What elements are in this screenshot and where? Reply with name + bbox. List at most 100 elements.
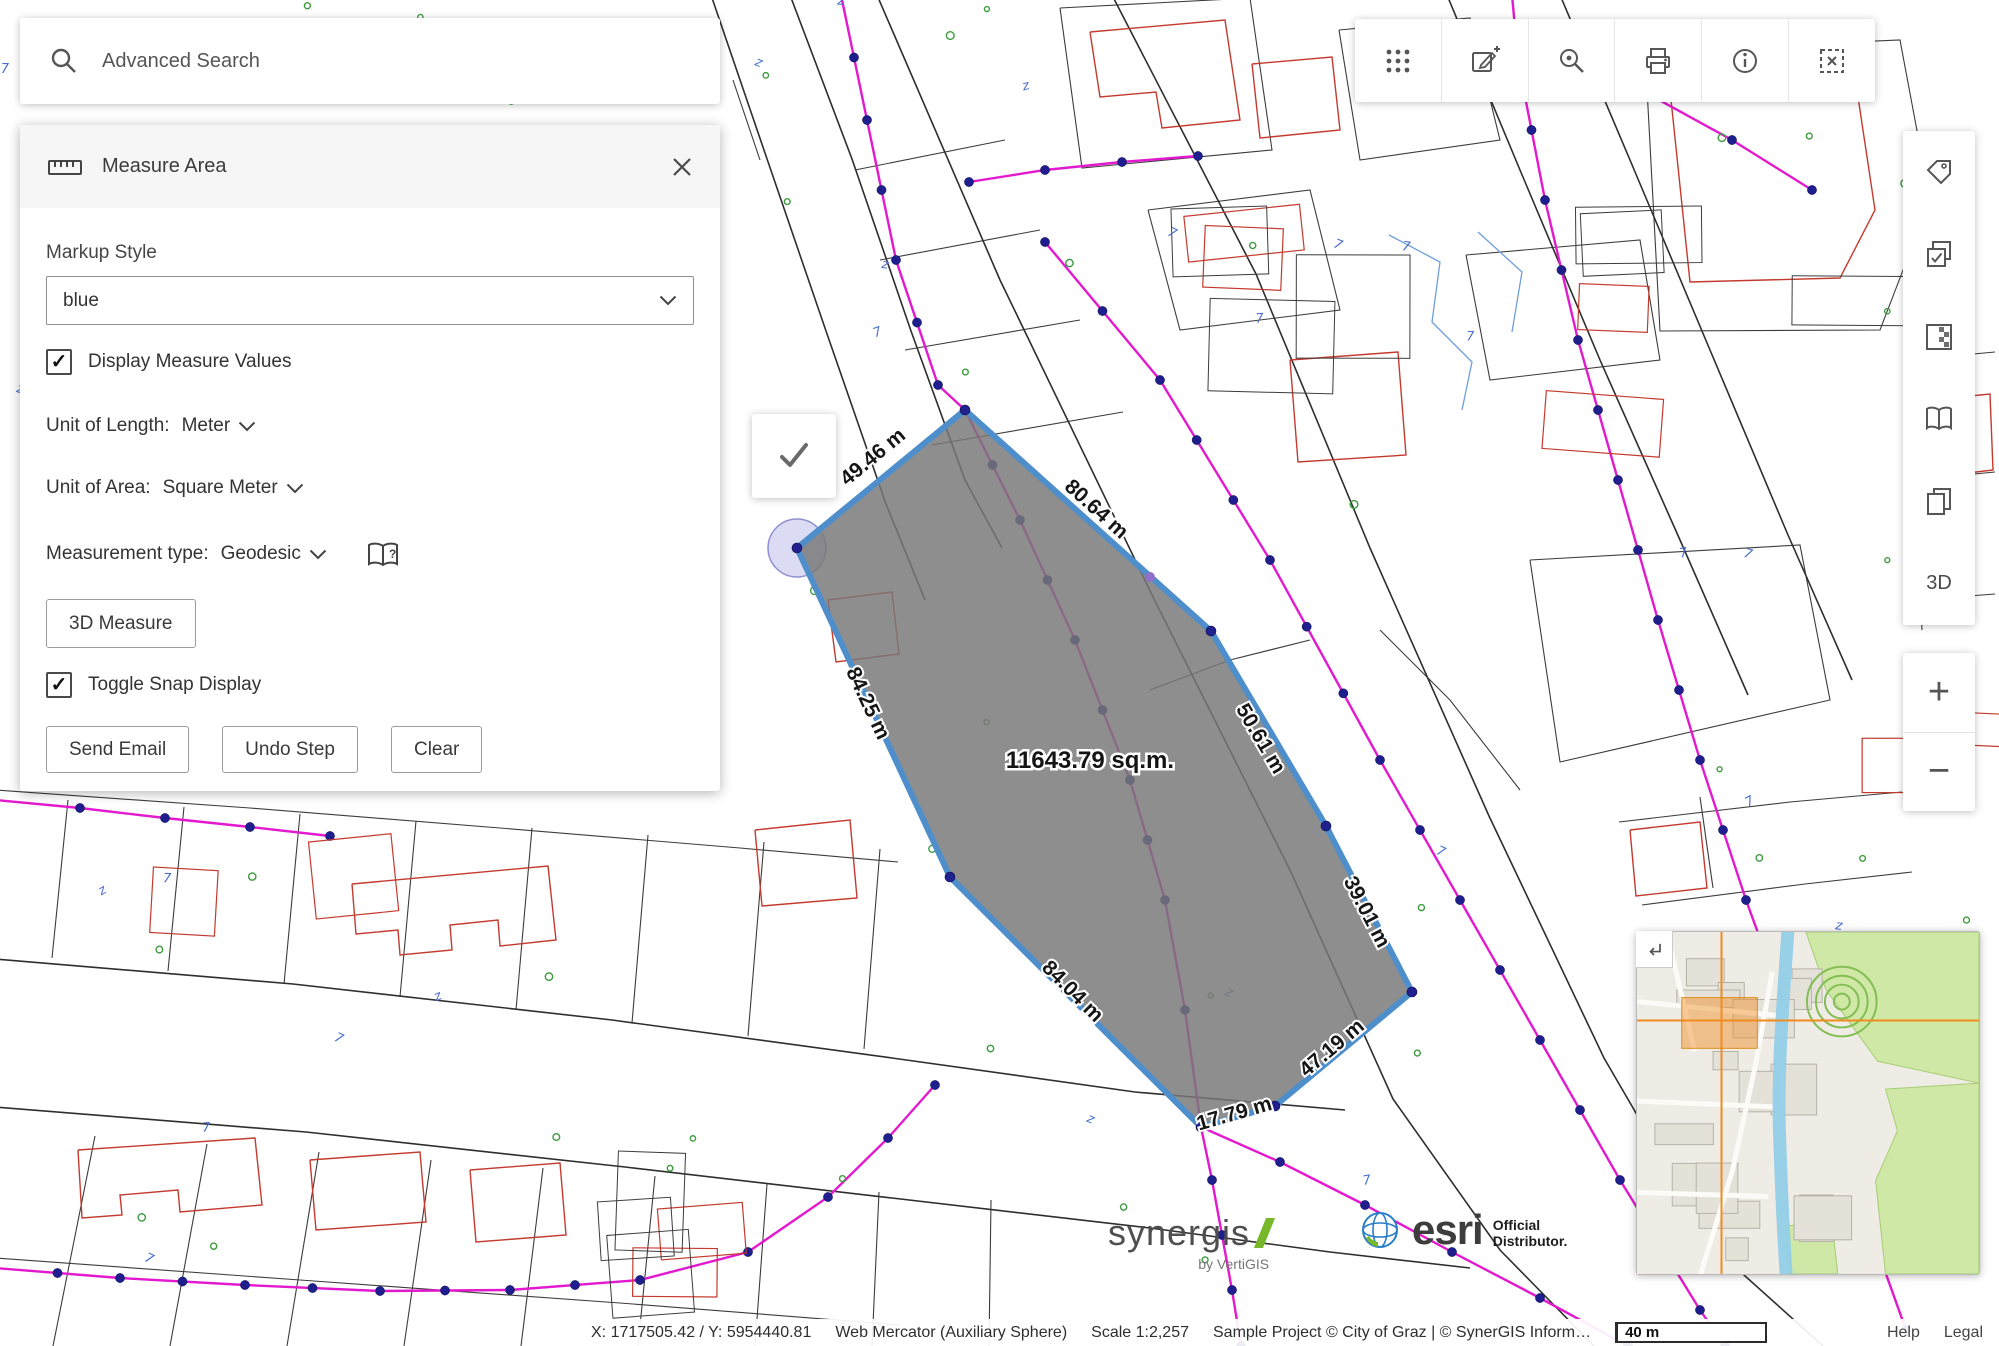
ruler-icon xyxy=(46,152,84,182)
chevron-down-icon xyxy=(238,421,256,432)
corner-arrow-icon xyxy=(1642,937,1666,961)
svg-text:7: 7 xyxy=(332,1030,346,1047)
send-email-button[interactable]: Send Email xyxy=(46,726,189,773)
vertex-dot xyxy=(1407,987,1417,997)
measurement-type-select[interactable]: Geodesic xyxy=(221,543,327,565)
apps-grid-button[interactable] xyxy=(1355,19,1441,102)
chevron-down-icon xyxy=(659,295,677,306)
scale-label: Scale 1:2,257 xyxy=(1091,1324,1189,1342)
svg-text:7: 7 xyxy=(1466,329,1476,344)
transparency-button xyxy=(1903,296,1975,378)
chevron-down-icon xyxy=(286,483,304,494)
print-button[interactable] xyxy=(1614,19,1701,102)
transparency-icon xyxy=(1923,321,1955,353)
toggle-snap-checkbox[interactable]: ✓ xyxy=(46,672,72,698)
esri-globe-icon xyxy=(1358,1208,1402,1252)
tag-labels-button[interactable] xyxy=(1903,131,1975,213)
measure-area-panel: Measure Area Markup Style blue ✓ Display… xyxy=(20,125,720,791)
zoom-in-button[interactable]: + xyxy=(1903,653,1975,732)
help-link[interactable]: Help xyxy=(1887,1324,1920,1342)
unit-of-length-label: Unit of Length: xyxy=(46,415,170,437)
top-toolbar xyxy=(1355,19,1875,102)
display-measure-values-checkbox[interactable]: ✓ xyxy=(46,349,72,375)
edit-markup-button[interactable] xyxy=(1441,19,1528,102)
clear-button[interactable]: Clear xyxy=(391,726,482,773)
info-button[interactable] xyxy=(1701,19,1788,102)
svg-text:7: 7 xyxy=(871,324,885,341)
vertex-dot xyxy=(1321,821,1331,831)
measurement-type-value: Geodesic xyxy=(221,543,301,565)
synergis-byline: by VertiGIS xyxy=(1108,1256,1269,1272)
synergis-logo: synergis by VertiGIS xyxy=(1108,1212,1269,1272)
apps-grid-icon xyxy=(1382,45,1414,77)
chevron-down-icon xyxy=(309,549,327,560)
mid-vertex-dot xyxy=(1145,572,1155,582)
checkbox-check-icon: ✓ xyxy=(51,675,68,695)
markup-style-value: blue xyxy=(63,290,99,312)
copy-pages-button[interactable] xyxy=(1903,460,1975,542)
svg-text:7: 7 xyxy=(163,871,173,886)
svg-text:7: 7 xyxy=(1332,237,1346,254)
edit-markup-icon xyxy=(1469,45,1501,77)
synergis-wordmark: synergis xyxy=(1108,1212,1250,1254)
svg-text:z: z xyxy=(1084,1111,1098,1128)
vertex-dot xyxy=(960,405,970,415)
markup-style-select[interactable]: blue xyxy=(46,276,694,325)
overview-map[interactable] xyxy=(1636,931,1980,1275)
unit-of-area-select[interactable]: Square Meter xyxy=(163,477,304,499)
checkbox-check-icon: ✓ xyxy=(51,352,68,372)
svg-text:7: 7 xyxy=(1678,545,1690,562)
svg-text:z: z xyxy=(752,54,766,71)
unit-of-length-select[interactable]: Meter xyxy=(182,415,257,437)
zoom-search-button[interactable] xyxy=(1528,19,1615,102)
undo-step-button[interactable]: Undo Step xyxy=(222,726,358,773)
close-icon xyxy=(670,155,694,179)
overview-toggle-button[interactable] xyxy=(1636,931,1673,968)
svg-text:7: 7 xyxy=(1362,1173,1373,1189)
search-icon xyxy=(48,45,80,77)
measure-panel-header: Measure Area xyxy=(20,125,720,208)
zoom-controls: + − xyxy=(1903,653,1975,811)
vertex-dot xyxy=(792,543,802,553)
view-3d-button[interactable]: 3D xyxy=(1903,543,1975,625)
tag-icon xyxy=(1923,156,1955,188)
check-icon xyxy=(768,430,820,482)
attribution-text: Sample Project © City of Graz | © SynerG… xyxy=(1213,1324,1591,1342)
help-book-icon[interactable]: ? xyxy=(365,539,401,569)
unit-of-area-label: Unit of Area: xyxy=(46,477,151,499)
select-region-button[interactable] xyxy=(1788,19,1875,102)
esri-logo: esri Official Distributor. xyxy=(1358,1206,1567,1254)
app-window: 7z7z7z7z77z7777z77z7z7zz7z77z77z77z7 49.… xyxy=(0,0,1999,1346)
confirm-measurement-button[interactable] xyxy=(752,414,836,498)
svg-text:z: z xyxy=(431,988,445,1005)
svg-text:7: 7 xyxy=(202,1120,212,1136)
esri-subtitle-line1: Official xyxy=(1493,1217,1568,1233)
open-book-icon xyxy=(1923,403,1955,435)
svg-text:7: 7 xyxy=(1401,239,1412,255)
measure-3d-button[interactable]: 3D Measure xyxy=(46,599,196,648)
cursor-coordinates: X: 1717505.42 / Y: 5954440.81 xyxy=(591,1324,811,1342)
scale-bar: 40 m xyxy=(1615,1322,1767,1343)
close-panel-button[interactable] xyxy=(666,151,698,183)
layers-select-button[interactable] xyxy=(1903,213,1975,295)
print-icon xyxy=(1642,45,1674,77)
copy-pages-icon xyxy=(1923,485,1955,517)
display-measure-values-label: Display Measure Values xyxy=(88,351,291,373)
view-3d-label: 3D xyxy=(1926,572,1952,595)
svg-text:7: 7 xyxy=(1165,225,1179,242)
layers-check-icon xyxy=(1923,238,1955,270)
advanced-search-bar[interactable]: Advanced Search xyxy=(20,18,720,104)
zoom-out-button[interactable]: − xyxy=(1903,732,1975,812)
svg-text:7: 7 xyxy=(142,1251,156,1268)
legend-book-button[interactable] xyxy=(1903,378,1975,460)
svg-text:z: z xyxy=(95,882,110,899)
zoom-search-icon xyxy=(1556,45,1588,77)
svg-text:7: 7 xyxy=(1255,311,1265,327)
status-bar: X: 1717505.42 / Y: 5954440.81 Web Mercat… xyxy=(575,1319,1999,1346)
vertex-dot xyxy=(1206,626,1216,636)
esri-wordmark: esri xyxy=(1412,1206,1483,1254)
legal-link[interactable]: Legal xyxy=(1944,1324,1983,1342)
advanced-search-label: Advanced Search xyxy=(102,50,260,73)
svg-text:?: ? xyxy=(389,547,396,561)
unit-of-length-value: Meter xyxy=(182,415,231,437)
